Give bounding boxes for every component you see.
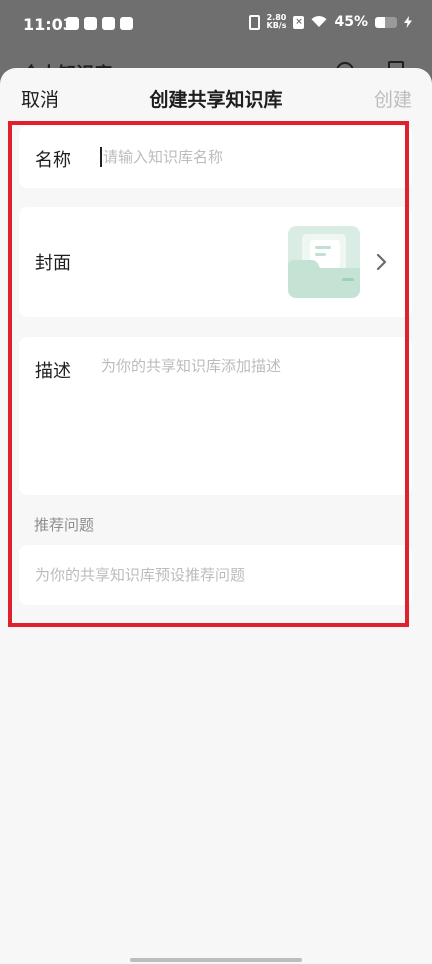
- vibrate-icon: [248, 14, 260, 30]
- create-shared-kb-sheet: 取消 创建共享知识库 创建 名称 封面: [0, 68, 432, 964]
- notification-mail-icon: [120, 17, 133, 30]
- notification-app-icon: [84, 17, 97, 30]
- battery-percent: 45%: [334, 14, 368, 30]
- home-indicator[interactable]: [130, 958, 302, 962]
- recommend-questions-input[interactable]: [35, 560, 395, 590]
- sheet-title: 创建共享知识库: [149, 89, 283, 111]
- description-card: 描述: [19, 337, 412, 495]
- notification-icons: [66, 17, 133, 30]
- cover-card[interactable]: 封面: [19, 207, 412, 317]
- name-card: 名称: [19, 126, 412, 188]
- recommend-questions-card: [19, 545, 412, 605]
- network-speed-unit: KB/s: [266, 21, 287, 30]
- battery-fill: [375, 16, 385, 28]
- battery-icon: [375, 16, 397, 28]
- description-input[interactable]: [101, 355, 396, 475]
- description-label: 描述: [35, 361, 71, 382]
- sim-off-icon: ×: [293, 15, 305, 29]
- chevron-right-icon[interactable]: [376, 253, 388, 271]
- sheet-header: 取消 创建共享知识库 创建: [0, 68, 432, 124]
- create-button[interactable]: 创建: [374, 85, 412, 112]
- charging-icon: [404, 16, 412, 28]
- recommend-questions-title: 推荐问题: [34, 516, 95, 534]
- name-input[interactable]: [101, 142, 391, 172]
- wifi-icon: [311, 16, 327, 27]
- screen: 11:03 2.80 KB/s × 45% 取消 创建共享知识库 创建 名称 请…: [0, 0, 432, 964]
- name-label: 名称: [35, 150, 71, 171]
- cover-label: 封面: [35, 253, 71, 274]
- folder-document-icon: [288, 234, 360, 298]
- notification-app-icon: [102, 17, 115, 30]
- notification-app-icon: [66, 17, 79, 30]
- status-right: 2.80 KB/s × 45%: [248, 14, 412, 30]
- cover-thumbnail[interactable]: [288, 226, 360, 298]
- network-speed: 2.80 KB/s: [267, 14, 287, 30]
- status-bar: 11:03 2.80 KB/s × 45%: [0, 0, 432, 50]
